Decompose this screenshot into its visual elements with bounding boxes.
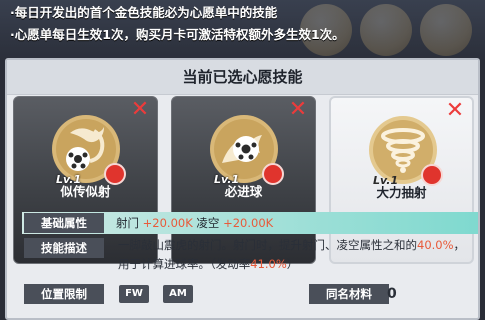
skill-description-label: 技能描述 [24, 238, 104, 258]
desc-percent-1: 40.0% [417, 238, 454, 252]
skill-name: 大力抽射 [376, 185, 427, 200]
base-attribute-label: 基础属性 [24, 213, 104, 233]
attr-2-value: +20.00K [223, 216, 274, 230]
desc-part-1: 一脚敲山震虎的射门。射门时，提升射门、凌空属性之和的 [118, 238, 417, 252]
remove-skill-3-close-icon[interactable]: ✕ [444, 100, 466, 122]
wishlist-notice: ·每日开发出的首个金色技能必为心愿单中的技能 ·心愿单每日生效1次，购买月卡可激… [10, 2, 480, 46]
same-name-material-label: 同名材料 [309, 284, 389, 304]
attr-1-name: 射门 [116, 216, 139, 230]
desc-percent-2: 41.0% [250, 257, 287, 271]
desc-part-3: ） [286, 257, 299, 271]
position-chip-fw: FW [119, 285, 149, 303]
position-material-row: 位置限制 FW AM 同名材料 0 [22, 282, 478, 306]
skill-description: 一脚敲山震虎的射门。射门时，提升射门、凌空属性之和的40.0%，用于计算进球率。… [118, 236, 474, 274]
position-limit-label: 位置限制 [24, 284, 104, 304]
wishlist-skills-dialog: 当前已选心愿技能 ✕ Lv.1 似传似射 ✕ Lv.1 必进球 ✕ Lv.1 大… [5, 58, 480, 320]
attr-2-name: 凌空 [196, 216, 220, 230]
notice-line-1: ·每日开发出的首个金色技能必为心愿单中的技能 [10, 5, 278, 20]
notice-line-2: ·心愿单每日生效1次，购买月卡可激活特权额外多生效1次。 [10, 27, 345, 42]
position-chip-am: AM [163, 285, 193, 303]
dialog-title: 当前已选心愿技能 [7, 60, 478, 95]
remove-skill-2-close-icon[interactable]: ✕ [287, 99, 309, 121]
base-attribute-row: 基础属性 射门 +20.00K 凌空 +20.00K [22, 212, 478, 234]
remove-skill-1-close-icon[interactable]: ✕ [129, 99, 151, 121]
base-attribute-values: 射门 +20.00K 凌空 +20.00K [116, 212, 273, 234]
skill-name: 必进球 [224, 184, 263, 199]
attr-1-value: +20.00K [142, 216, 193, 230]
same-name-material-count: 0 [387, 286, 397, 302]
skill-name: 似传似射 [60, 184, 111, 199]
